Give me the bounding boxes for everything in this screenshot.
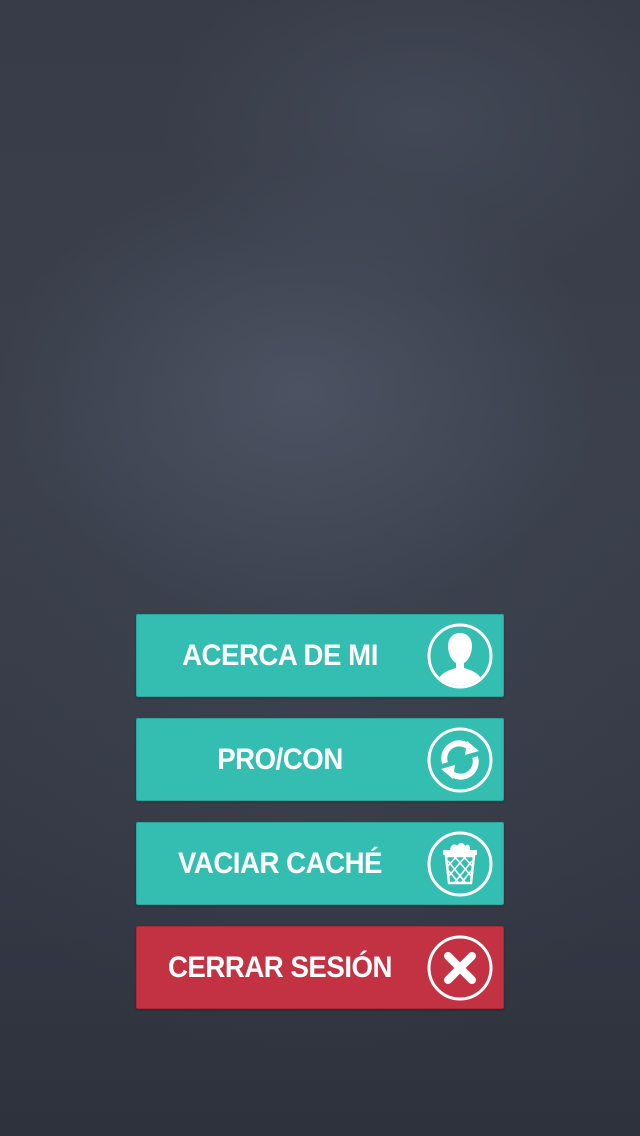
logout-label: CERRAR SESIÓN <box>167 950 393 984</box>
clear-cache-button[interactable]: VACIAR CACHÉ <box>136 822 504 905</box>
pro-con-button[interactable]: PRO/CON <box>136 718 504 801</box>
sync-icon <box>427 727 493 793</box>
clear-cache-label: VACIAR CACHÉ <box>177 846 383 880</box>
settings-menu: ACERCA DE MI PRO/CON VACIAR CACHÉ CERRAR… <box>136 614 504 1030</box>
logout-button[interactable]: CERRAR SESIÓN <box>136 926 504 1009</box>
user-icon <box>427 623 493 689</box>
about-me-label: ACERCA DE MI <box>182 638 378 672</box>
close-icon <box>427 935 493 1001</box>
trash-icon <box>427 831 493 897</box>
about-me-button[interactable]: ACERCA DE MI <box>136 614 504 697</box>
pro-con-label: PRO/CON <box>217 742 343 776</box>
